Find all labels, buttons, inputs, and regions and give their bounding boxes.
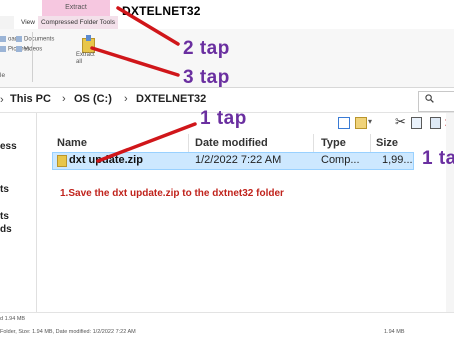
- tap-label-3: 3 tap: [183, 67, 230, 88]
- status-selected-item: Folder, Size: 1.94 MB, Date modified: 1/…: [0, 329, 136, 335]
- status-size-line: d 1.94 MB: [0, 316, 26, 322]
- tap-label-1: 1 tap: [200, 108, 247, 129]
- tap-label-1-right: 1 ta: [422, 148, 454, 169]
- arrow-to-extract-all: [90, 46, 180, 77]
- tap-label-2: 2 tap: [183, 38, 230, 59]
- arrow-to-file: [96, 122, 197, 163]
- arrow-to-extract-tab: [116, 6, 180, 46]
- status-bar: [0, 312, 454, 342]
- status-total-size: 1.94 MB: [384, 329, 405, 335]
